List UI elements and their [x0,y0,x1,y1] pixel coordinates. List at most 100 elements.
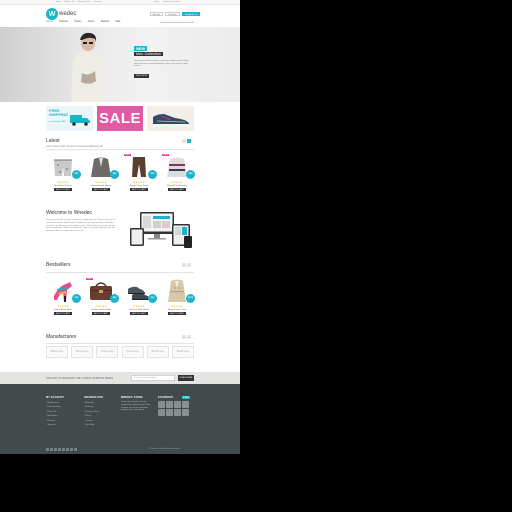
account-links: Login Create an account [154,1,179,3]
nav-item-home[interactable]: Home [46,20,53,23]
google-plus-icon[interactable] [54,448,57,451]
brand-logo[interactable]: Brand Logo [121,346,144,358]
add-to-cart-button[interactable]: ADD TO CART [54,188,72,191]
product-card[interactable]: $79 ★★★★★ Colour Block Heels ADD TO CART [46,278,81,315]
twitter-icon[interactable] [50,448,53,451]
product-card[interactable]: NEW $59 ★★★★★ Brown Chino Pants ADD TO C… [122,154,157,191]
sale-banner[interactable]: SALE [96,106,144,131]
fan-avatar[interactable] [166,401,173,408]
linkedin-icon[interactable] [70,448,73,451]
brand-logo[interactable]: Brand Logo [171,346,194,358]
nav-item-jeans[interactable]: Jeans [88,20,95,23]
product-name[interactable]: Casual Suede Blazer [91,185,112,187]
brand-logo[interactable]: Brand Logo [46,346,68,358]
next-arrow-icon[interactable]: › [187,263,191,267]
fan-avatar[interactable] [182,409,189,416]
product-name[interactable]: Striped Knit Sweater [167,185,187,187]
prev-arrow-icon[interactable]: ‹ [182,335,186,339]
brand-logo[interactable]: Brand Logo [96,346,119,358]
latest-title: Latest [46,138,60,144]
nav-item-jackets[interactable]: Jackets [100,20,109,23]
next-arrow-icon[interactable]: › [187,139,191,143]
pinterest-icon[interactable] [58,448,61,451]
product-card[interactable]: $69 ★★★★★ Classic Derby Shoes ADD TO CAR… [122,278,157,315]
top-link-home[interactable]: Home [56,1,61,3]
hero-shop-button[interactable]: SHOP NOW [134,74,150,78]
account-button[interactable]: Account [150,12,164,16]
product-name[interactable]: Beige Trench Coat [168,309,186,311]
product-name[interactable]: Colour Block Heels [54,309,73,311]
fan-avatar[interactable] [174,401,181,408]
rss-icon[interactable] [62,448,65,451]
product-card[interactable]: $49 ★★★★★ Floral Print Shorts ADD TO CAR… [46,154,81,191]
hero-model-image [71,32,105,102]
hero-banner[interactable]: NEW Men Collection Lorem ipsum dolor sit… [0,27,240,102]
logo-word: wedec [59,11,77,17]
price-badge: $129 [186,294,195,303]
header-buttons: Account Checkout Shopping Cart [150,12,201,16]
product-image: $89 [86,154,119,180]
footer-link[interactable]: Site Map [84,423,103,427]
shoe-banner[interactable] [147,106,195,131]
product-card[interactable]: $129 ★★★★★ Beige Trench Coat ADD TO CART [160,278,195,315]
free-shipping-banner[interactable]: FREE SHIPPING on all orders $99 [46,106,93,131]
product-card[interactable]: NEW $99 ★★★★★ Leather Satchel Bag ADD TO… [84,278,119,315]
logo[interactable]: W wedec [46,8,76,20]
fan-avatar[interactable] [174,409,181,416]
fan-avatar[interactable] [166,409,173,416]
prev-arrow-icon[interactable]: ‹ [182,139,186,143]
product-card[interactable]: $89 ★★★★★ Casual Suede Blazer ADD TO CAR… [84,154,119,191]
footer: MY ACCOUNT My Account Order History Wish… [0,384,240,454]
add-to-cart-button[interactable]: ADD TO CART [130,312,148,315]
footer-info-title: INFORMATION [84,396,103,399]
youtube-icon[interactable] [66,448,69,451]
product-card[interactable]: SALE $69 ★★★★★ Striped Knit Sweater ADD … [160,154,195,191]
nav-item-shoes[interactable]: Shoes [74,20,81,23]
product-image: NEW $59 [124,154,157,180]
newsletter-email-input[interactable]: Enter your email address [131,375,175,381]
latest-subtitle: Lorem ipsum dolor sit amet consectetur a… [46,145,103,148]
fan-avatar[interactable] [182,401,189,408]
top-link-wishlist[interactable]: Wishlist (0) [64,1,74,3]
login-link[interactable]: Login [154,1,159,3]
facebook-icon[interactable] [46,448,49,451]
product-name[interactable]: Brown Chino Pants [130,185,149,187]
search-icon[interactable]: ⌕ [191,19,193,23]
brand-logos: Brand Logo Brand Logo Brand Logo Brand L… [46,346,194,358]
footer-link[interactable]: Specials [46,423,64,427]
nav-item-sale[interactable]: Sale [115,20,120,23]
promo-banners: FREE SHIPPING on all orders $99 SALE [46,106,195,131]
footer-about-column: WNEDEC STORE Lorem ipsum dolor sit amet,… [121,396,151,412]
product-name[interactable]: Classic Derby Shoes [129,309,149,311]
facebook-fans-grid [158,401,190,416]
add-to-cart-button[interactable]: ADD TO CART [54,312,72,315]
top-link-cart[interactable]: Shopping Cart [77,1,90,3]
fan-avatar[interactable] [158,401,165,408]
brand-logo[interactable]: Brand Logo [71,346,94,358]
product-image: $49 [48,154,81,180]
nav-item-fashion[interactable]: Fashion [59,20,68,23]
copyright: © Wnedec Store. All rights reserved. [148,448,181,450]
next-arrow-icon[interactable]: › [187,335,191,339]
footer-account-title: MY ACCOUNT [46,396,65,399]
register-link[interactable]: Create an account [163,1,179,3]
subscribe-button[interactable]: SUBSCRIBE [178,375,194,381]
price-badge: $79 [72,294,81,303]
product-name[interactable]: Leather Satchel Bag [91,309,111,311]
add-to-cart-button[interactable]: ADD TO CART [168,188,186,191]
cart-button[interactable]: Shopping Cart [181,12,201,16]
product-name[interactable]: Floral Print Shorts [54,185,72,187]
product-image: NEW $99 [86,278,119,304]
add-to-cart-button[interactable]: ADD TO CART [92,312,110,315]
checkout-button[interactable]: Checkout [165,12,180,16]
add-to-cart-button[interactable]: ADD TO CART [168,312,186,315]
facebook-like-button[interactable]: Like [182,396,190,399]
top-link-checkout[interactable]: Checkout [93,1,101,3]
add-to-cart-button[interactable]: ADD TO CART [92,188,110,191]
brand-logo[interactable]: Brand Logo [146,346,169,358]
vimeo-icon[interactable] [74,448,77,451]
prev-arrow-icon[interactable]: ‹ [182,263,186,267]
price-badge: $59 [148,170,157,179]
fan-avatar[interactable] [158,409,165,416]
add-to-cart-button[interactable]: ADD TO CART [130,188,148,191]
